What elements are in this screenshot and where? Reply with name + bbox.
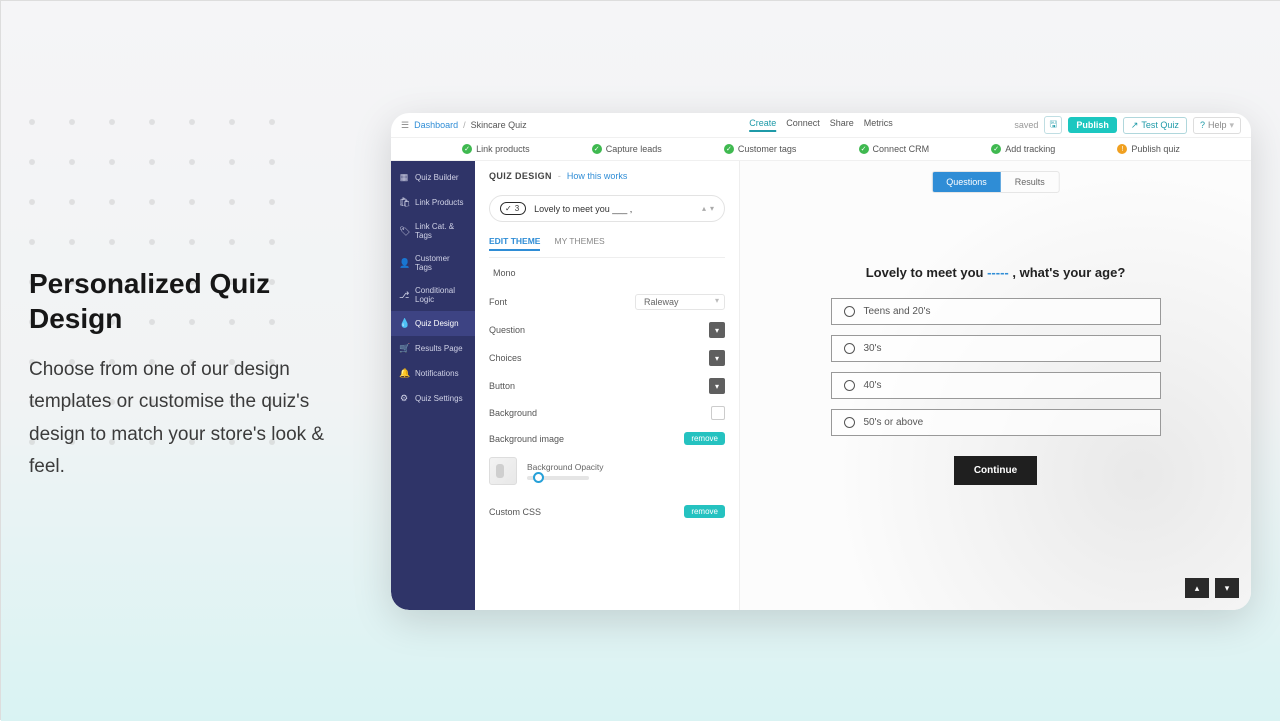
step-publish-quiz[interactable]: !Publish quiz (1117, 144, 1180, 154)
help-button[interactable]: ?Help▾ (1193, 117, 1241, 134)
progress-steps: ✓Link products ✓Capture leads ✓Customer … (391, 137, 1251, 161)
branch-icon: ⎇ (399, 290, 409, 301)
breadcrumb-sep: / (463, 120, 466, 130)
check-icon: ✓ (859, 144, 869, 154)
font-label: Font (489, 297, 507, 307)
cart-icon: 🛒 (399, 343, 409, 354)
app-window: ☰ Dashboard / Skincare Quiz Create Conne… (391, 113, 1251, 610)
sidebar-item-quiz-settings[interactable]: ⚙Quiz Settings (391, 386, 475, 411)
design-panel: QUIZ DESIGN - How this works ✓3 Lovely t… (475, 161, 740, 610)
question-label: Question (489, 325, 525, 335)
step-add-tracking[interactable]: ✓Add tracking (991, 144, 1055, 154)
radio-icon (844, 380, 855, 391)
sidebar-item-notifications[interactable]: 🔔Notifications (391, 361, 475, 386)
step-link-products[interactable]: ✓Link products (462, 144, 530, 154)
question-title-preview: Lovely to meet you ___ , (534, 204, 632, 214)
breadcrumb-current: Skincare Quiz (471, 120, 527, 130)
sidebar-item-customer-tags[interactable]: 👤Customer Tags (391, 247, 475, 279)
preview-tab-questions[interactable]: Questions (932, 172, 1001, 192)
bg-image-label: Background image (489, 434, 564, 444)
sidebar-item-quiz-design[interactable]: 💧Quiz Design (391, 311, 475, 336)
menu-icon[interactable]: ☰ (401, 120, 409, 131)
tab-my-themes[interactable]: MY THEMES (554, 236, 604, 251)
preview-option-3[interactable]: 40's (831, 372, 1161, 399)
background-checkbox[interactable] (711, 406, 725, 420)
preview-tab-results[interactable]: Results (1001, 172, 1059, 192)
bg-opacity-label: Background Opacity (527, 462, 604, 472)
button-label: Button (489, 381, 515, 391)
remove-custom-css-button[interactable]: remove (684, 505, 725, 518)
check-icon: ✓ (724, 144, 734, 154)
save-icon-button[interactable]: 🖫 (1044, 116, 1062, 134)
arrow-down-icon[interactable]: ▾ (710, 204, 714, 213)
sidebar-item-quiz-builder[interactable]: ▦Quiz Builder (391, 165, 475, 190)
sidebar-item-results-page[interactable]: 🛒Results Page (391, 336, 475, 361)
preview-option-4[interactable]: 50's or above (831, 409, 1161, 436)
marketing-title: Personalized Quiz Design (29, 266, 364, 336)
step-connect-crm[interactable]: ✓Connect CRM (859, 144, 930, 154)
save-status: saved (1014, 120, 1038, 130)
step-customer-tags[interactable]: ✓Customer tags (724, 144, 797, 154)
tab-edit-theme[interactable]: EDIT THEME (489, 236, 540, 251)
breadcrumb-link[interactable]: Dashboard (414, 120, 458, 130)
bg-image-thumbnail[interactable] (489, 457, 517, 485)
check-icon: ✓ (462, 144, 472, 154)
radio-icon (844, 306, 855, 317)
breadcrumb: ☰ Dashboard / Skincare Quiz (401, 120, 527, 131)
gear-icon: ⚙ (399, 393, 409, 404)
check-icon: ✓ (505, 204, 512, 213)
tab-share[interactable]: Share (830, 118, 854, 132)
question-badge: ✓3 (500, 202, 526, 215)
panel-title: QUIZ DESIGN (489, 171, 552, 181)
font-select[interactable]: Raleway (635, 294, 725, 310)
quiz-preview: Questions Results Lovely to meet you ---… (740, 161, 1251, 610)
warn-icon: ! (1117, 144, 1127, 154)
button-options-button[interactable]: ▾ (709, 378, 725, 394)
publish-button[interactable]: Publish (1068, 117, 1117, 133)
remove-bg-image-button[interactable]: remove (684, 432, 725, 445)
drop-icon: 💧 (399, 318, 409, 329)
choices-options-button[interactable]: ▾ (709, 350, 725, 366)
tab-connect[interactable]: Connect (786, 118, 820, 132)
sidebar-item-link-cat-tags[interactable]: 🏷Link Cat. & Tags (391, 215, 475, 247)
bell-icon: 🔔 (399, 368, 409, 379)
background-label: Background (489, 408, 537, 418)
continue-button[interactable]: Continue (954, 456, 1037, 485)
preview-prev-button[interactable]: ▴ (1185, 578, 1209, 598)
test-quiz-button[interactable]: ↗Test Quiz (1123, 117, 1187, 134)
radio-icon (844, 417, 855, 428)
theme-name: Mono (493, 268, 725, 278)
radio-icon (844, 343, 855, 354)
builder-icon: ▦ (399, 172, 409, 183)
user-icon: 👤 (399, 258, 409, 269)
sidebar: ▦Quiz Builder 🛍Link Products 🏷Link Cat. … (391, 161, 475, 610)
arrow-up-icon[interactable]: ▴ (702, 204, 706, 213)
external-icon: ↗ (1131, 120, 1139, 131)
question-pill[interactable]: ✓3 Lovely to meet you ___ , ▴ ▾ (489, 195, 725, 222)
tag-icon: 🏷 (399, 226, 409, 237)
preview-question-title: Lovely to meet you ----- , what's your a… (831, 265, 1161, 280)
slider-knob[interactable] (533, 472, 544, 483)
bag-icon: 🛍 (399, 197, 409, 208)
check-icon: ✓ (592, 144, 602, 154)
step-capture-leads[interactable]: ✓Capture leads (592, 144, 662, 154)
question-options-button[interactable]: ▾ (709, 322, 725, 338)
marketing-body: Choose from one of our design templates … (29, 354, 364, 483)
blank-placeholder: ----- (987, 265, 1009, 280)
tab-create[interactable]: Create (749, 118, 776, 132)
how-this-works-link[interactable]: How this works (567, 171, 628, 181)
preview-option-1[interactable]: Teens and 20's (831, 298, 1161, 325)
choices-label: Choices (489, 353, 522, 363)
preview-option-2[interactable]: 30's (831, 335, 1161, 362)
sidebar-item-conditional-logic[interactable]: ⎇Conditional Logic (391, 279, 475, 311)
top-nav: Create Connect Share Metrics (749, 118, 893, 132)
preview-next-button[interactable]: ▾ (1215, 578, 1239, 598)
help-icon: ? (1200, 120, 1205, 130)
tab-metrics[interactable]: Metrics (864, 118, 893, 132)
sidebar-item-link-products[interactable]: 🛍Link Products (391, 190, 475, 215)
chevron-down-icon: ▾ (1229, 120, 1234, 131)
check-icon: ✓ (991, 144, 1001, 154)
bg-opacity-slider[interactable] (527, 476, 589, 480)
custom-css-label: Custom CSS (489, 507, 541, 517)
